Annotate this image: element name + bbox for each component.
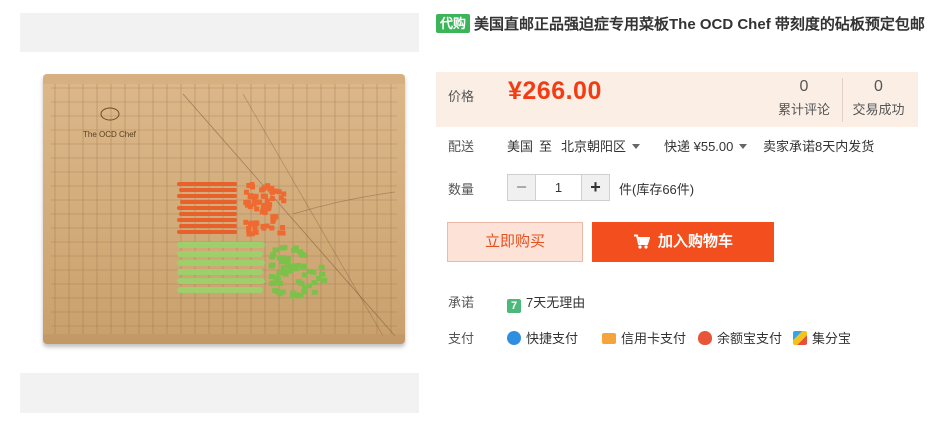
destination-value: 北京朝阳区 bbox=[561, 139, 627, 154]
payment-method-label: 快捷支付 bbox=[526, 331, 579, 346]
payment-method-yuebao[interactable]: 余额宝支付 bbox=[698, 328, 782, 347]
payment-label: 支付 bbox=[448, 331, 475, 346]
reviews-label: 累计评论 bbox=[777, 102, 830, 117]
shipping-from: 美国 bbox=[507, 139, 534, 154]
price-label: 价格 bbox=[448, 89, 475, 104]
seven-day-return[interactable]: 7 7天无理由 bbox=[507, 292, 585, 313]
cart-icon bbox=[633, 225, 651, 265]
product-image[interactable]: The OCD Chef bbox=[20, 52, 419, 373]
stock-text: 件(库存66件) bbox=[619, 182, 695, 197]
add-to-cart-label: 加入购物车 bbox=[657, 233, 733, 250]
chevron-down-icon bbox=[632, 144, 641, 149]
quantity-label: 数量 bbox=[448, 182, 475, 197]
credit-card-icon bbox=[602, 333, 616, 344]
board-brand-text: The OCD Chef bbox=[83, 130, 137, 139]
payment-method-credit[interactable]: 信用卡支付 bbox=[602, 328, 686, 347]
payment-method-jifenbao[interactable]: 集分宝 bbox=[793, 328, 851, 347]
image-band-top bbox=[20, 13, 419, 52]
seven-day-return-icon: 7 bbox=[507, 299, 521, 313]
seven-day-return-text: 7天无理由 bbox=[526, 295, 586, 310]
product-title-row: 代购 美国直邮正品强迫症专用菜板The OCD Chef 带刻度的砧板预定包邮 bbox=[436, 14, 926, 36]
quantity-row: 数量 − + 件(库存66件) bbox=[436, 172, 918, 202]
shipping-method-value: 快递 ¥55.00 bbox=[664, 139, 734, 154]
jifenbao-icon bbox=[793, 331, 807, 345]
deals-count: 0 bbox=[874, 78, 883, 95]
promise-label: 承诺 bbox=[448, 295, 475, 310]
buy-now-button[interactable]: 立即购买 bbox=[447, 222, 583, 262]
quantity-input[interactable] bbox=[536, 175, 581, 200]
yuebao-icon bbox=[698, 331, 712, 345]
quick-pay-icon bbox=[507, 331, 521, 345]
payment-method-label: 信用卡支付 bbox=[621, 331, 687, 346]
price-panel: 价格 ¥266.00 0 累计评论 0 交易成功 bbox=[436, 72, 918, 127]
payment-method-label: 集分宝 bbox=[812, 331, 852, 346]
quantity-minus-button[interactable]: − bbox=[508, 175, 536, 200]
product-title: 美国直邮正品强迫症专用菜板The OCD Chef 带刻度的砧板预定包邮 bbox=[474, 16, 925, 33]
quantity-plus-button[interactable]: + bbox=[581, 175, 609, 200]
seller-promise: 卖家承诺8天内发货 bbox=[763, 139, 875, 154]
destination-select[interactable]: 北京朝阳区 bbox=[561, 136, 641, 155]
deals-label: 交易成功 bbox=[852, 102, 905, 117]
cutting-board-image: The OCD Chef bbox=[43, 74, 405, 344]
payment-row: 支付 快捷支付 信用卡支付 余额宝支付 集分宝 bbox=[436, 326, 918, 346]
daigou-tag: 代购 bbox=[436, 14, 471, 33]
chevron-down-icon bbox=[739, 144, 748, 149]
add-to-cart-button[interactable]: 加入购物车 bbox=[592, 222, 774, 262]
payment-method-label: 余额宝支付 bbox=[717, 331, 783, 346]
shipping-label: 配送 bbox=[448, 139, 475, 154]
payment-method-quick[interactable]: 快捷支付 bbox=[507, 328, 578, 347]
quantity-stepper: − + bbox=[507, 174, 610, 201]
promise-row: 承诺 7 7天无理由 bbox=[436, 290, 918, 313]
shipping-to-word: 至 bbox=[539, 139, 553, 154]
shipping-row: 配送 美国 至 北京朝阳区 快递 ¥55.00 卖家承诺8天内发货 bbox=[436, 133, 918, 155]
price-value: ¥266.00 bbox=[508, 77, 602, 105]
image-band-bottom bbox=[20, 373, 419, 413]
shipping-method-select[interactable]: 快递 ¥55.00 bbox=[664, 136, 748, 155]
reviews-count: 0 bbox=[799, 78, 809, 95]
deals-stat[interactable]: 0 交易成功 bbox=[842, 78, 914, 122]
reviews-stat[interactable]: 0 累计评论 bbox=[768, 78, 840, 118]
